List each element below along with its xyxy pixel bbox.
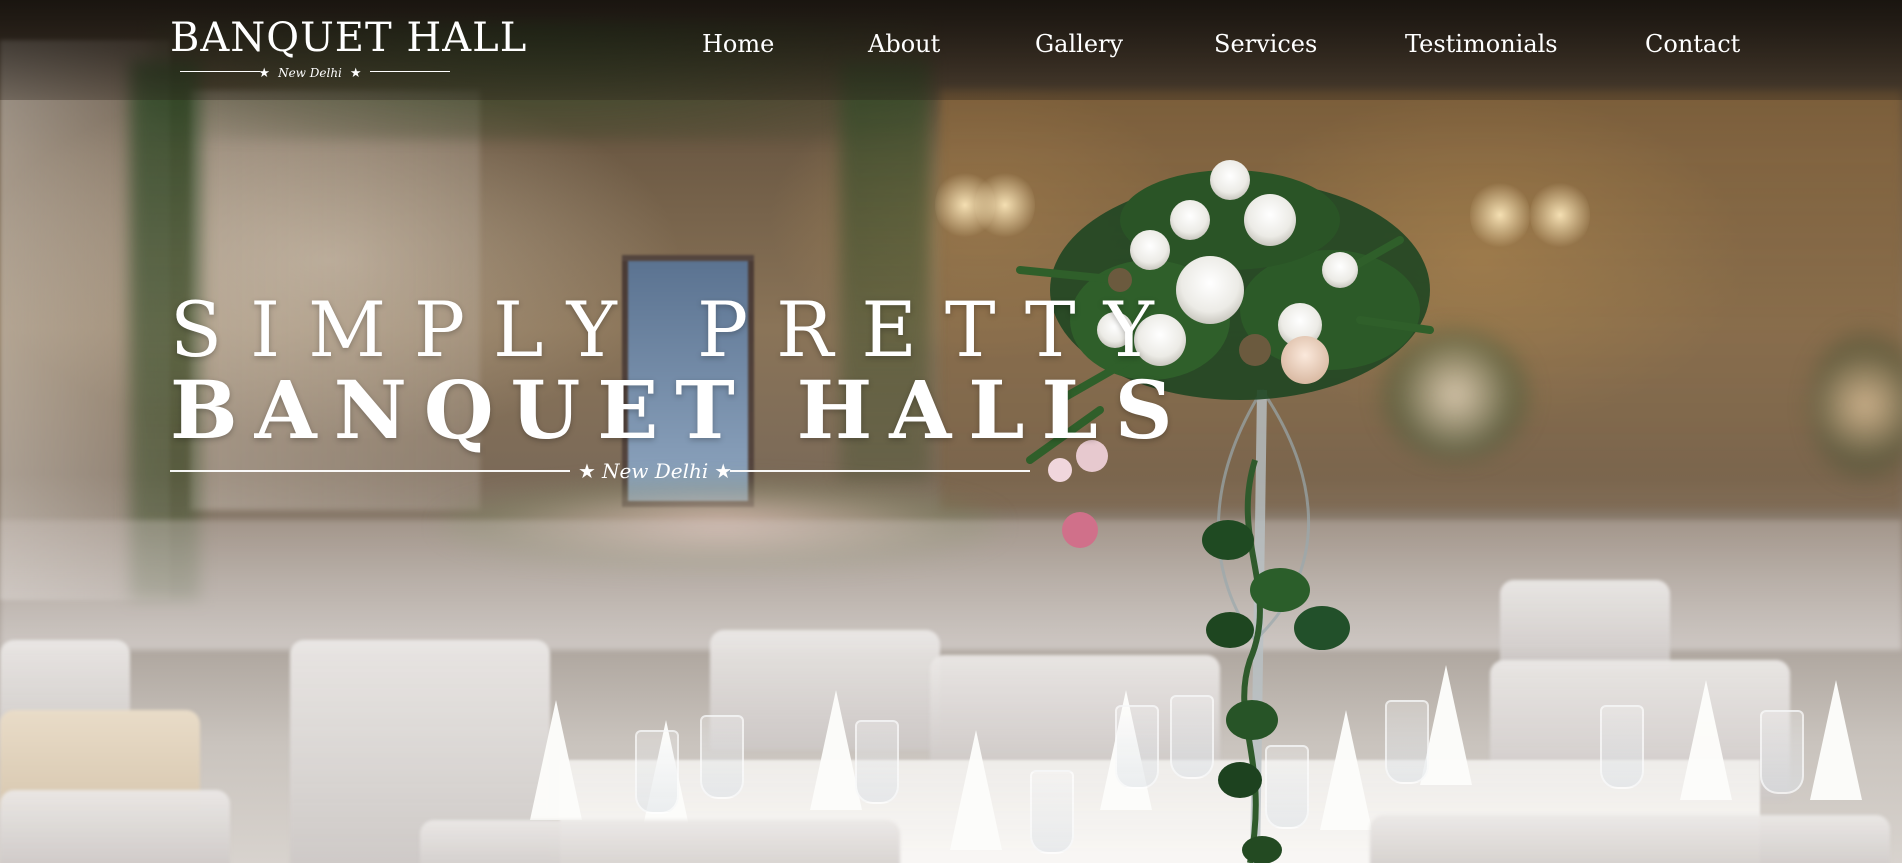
nav-link-contact[interactable]: Contact (1645, 30, 1740, 58)
wine-glass (700, 715, 744, 799)
wine-glass (1115, 705, 1159, 789)
folded-napkin (950, 730, 1002, 850)
folded-napkin (1100, 690, 1152, 810)
wall-sconce-light (1530, 180, 1590, 250)
nav-link-home[interactable]: Home (702, 30, 774, 58)
divider-line (180, 71, 260, 72)
nav-link-gallery[interactable]: Gallery (1035, 30, 1123, 58)
star-icon: ★ (258, 66, 271, 81)
wine-glass (635, 730, 679, 814)
star-icon: ★ (578, 459, 596, 483)
brand-location: New Delhi (278, 66, 342, 80)
chair (0, 640, 130, 760)
chair (930, 655, 1220, 775)
star-icon: ★ (349, 66, 362, 81)
hero-headline: SIMPLY PRETTY BANQUET HALLS ★ New Delhi ★ (170, 290, 1190, 486)
chair (420, 820, 900, 863)
wine-glass (1600, 705, 1644, 789)
brand-location-divider: ★ New Delhi ★ (170, 62, 450, 82)
wall-sconce-light (1470, 180, 1530, 250)
folded-napkin (640, 720, 692, 840)
background-tables (0, 520, 1902, 650)
folded-napkin (1680, 680, 1732, 800)
divider-line (730, 470, 1030, 472)
background-flowers (1380, 330, 1530, 460)
hero-title-line2: BANQUET HALLS (170, 363, 1190, 457)
chair (710, 630, 940, 750)
tablecloth (560, 760, 1760, 863)
chair (0, 790, 230, 863)
background-flowers (1810, 330, 1902, 480)
folded-napkin (1420, 665, 1472, 785)
wine-glass (1760, 710, 1804, 794)
hero-location-group: ★ New Delhi ★ (578, 456, 732, 486)
nav-link-services[interactable]: Services (1214, 30, 1317, 58)
floral-centerpiece (1016, 160, 1434, 863)
hero-location: New Delhi (601, 459, 709, 483)
brand-title: BANQUET HALL (170, 15, 528, 61)
folded-napkin (1810, 680, 1862, 800)
chair (1370, 815, 1890, 863)
wine-glass (1265, 745, 1309, 829)
background-curtain (0, 40, 170, 600)
wall-sconce-light (975, 170, 1035, 240)
wall-sconce-light (935, 170, 995, 240)
chair (1490, 660, 1790, 800)
chair (290, 640, 550, 863)
divider-line (370, 71, 450, 72)
brand-logo[interactable]: BANQUET HALL ★ New Delhi ★ (170, 15, 528, 82)
nav-link-testimonials[interactable]: Testimonials (1405, 30, 1558, 58)
top-navbar: BANQUET HALL ★ New Delhi ★ Home About Gall… (0, 0, 1902, 96)
folded-napkin (810, 690, 862, 810)
hero-title-line1: SIMPLY PRETTY (170, 285, 1182, 374)
folded-napkin (530, 700, 582, 820)
chair (1500, 580, 1670, 670)
chair (0, 710, 200, 810)
wine-glass (855, 720, 899, 804)
folded-napkin (1320, 710, 1372, 830)
divider-line (170, 470, 570, 472)
hero-section: SIMPLY PRETTY BANQUET HALLS ★ New Delhi ★ (0, 0, 1902, 863)
wine-glass (1030, 770, 1074, 854)
wine-glass (1385, 700, 1429, 784)
background-flowers (440, 480, 1000, 570)
nav-link-about[interactable]: About (868, 30, 940, 58)
wine-glass (1170, 695, 1214, 779)
hero-location-divider: ★ New Delhi ★ (170, 456, 1030, 486)
